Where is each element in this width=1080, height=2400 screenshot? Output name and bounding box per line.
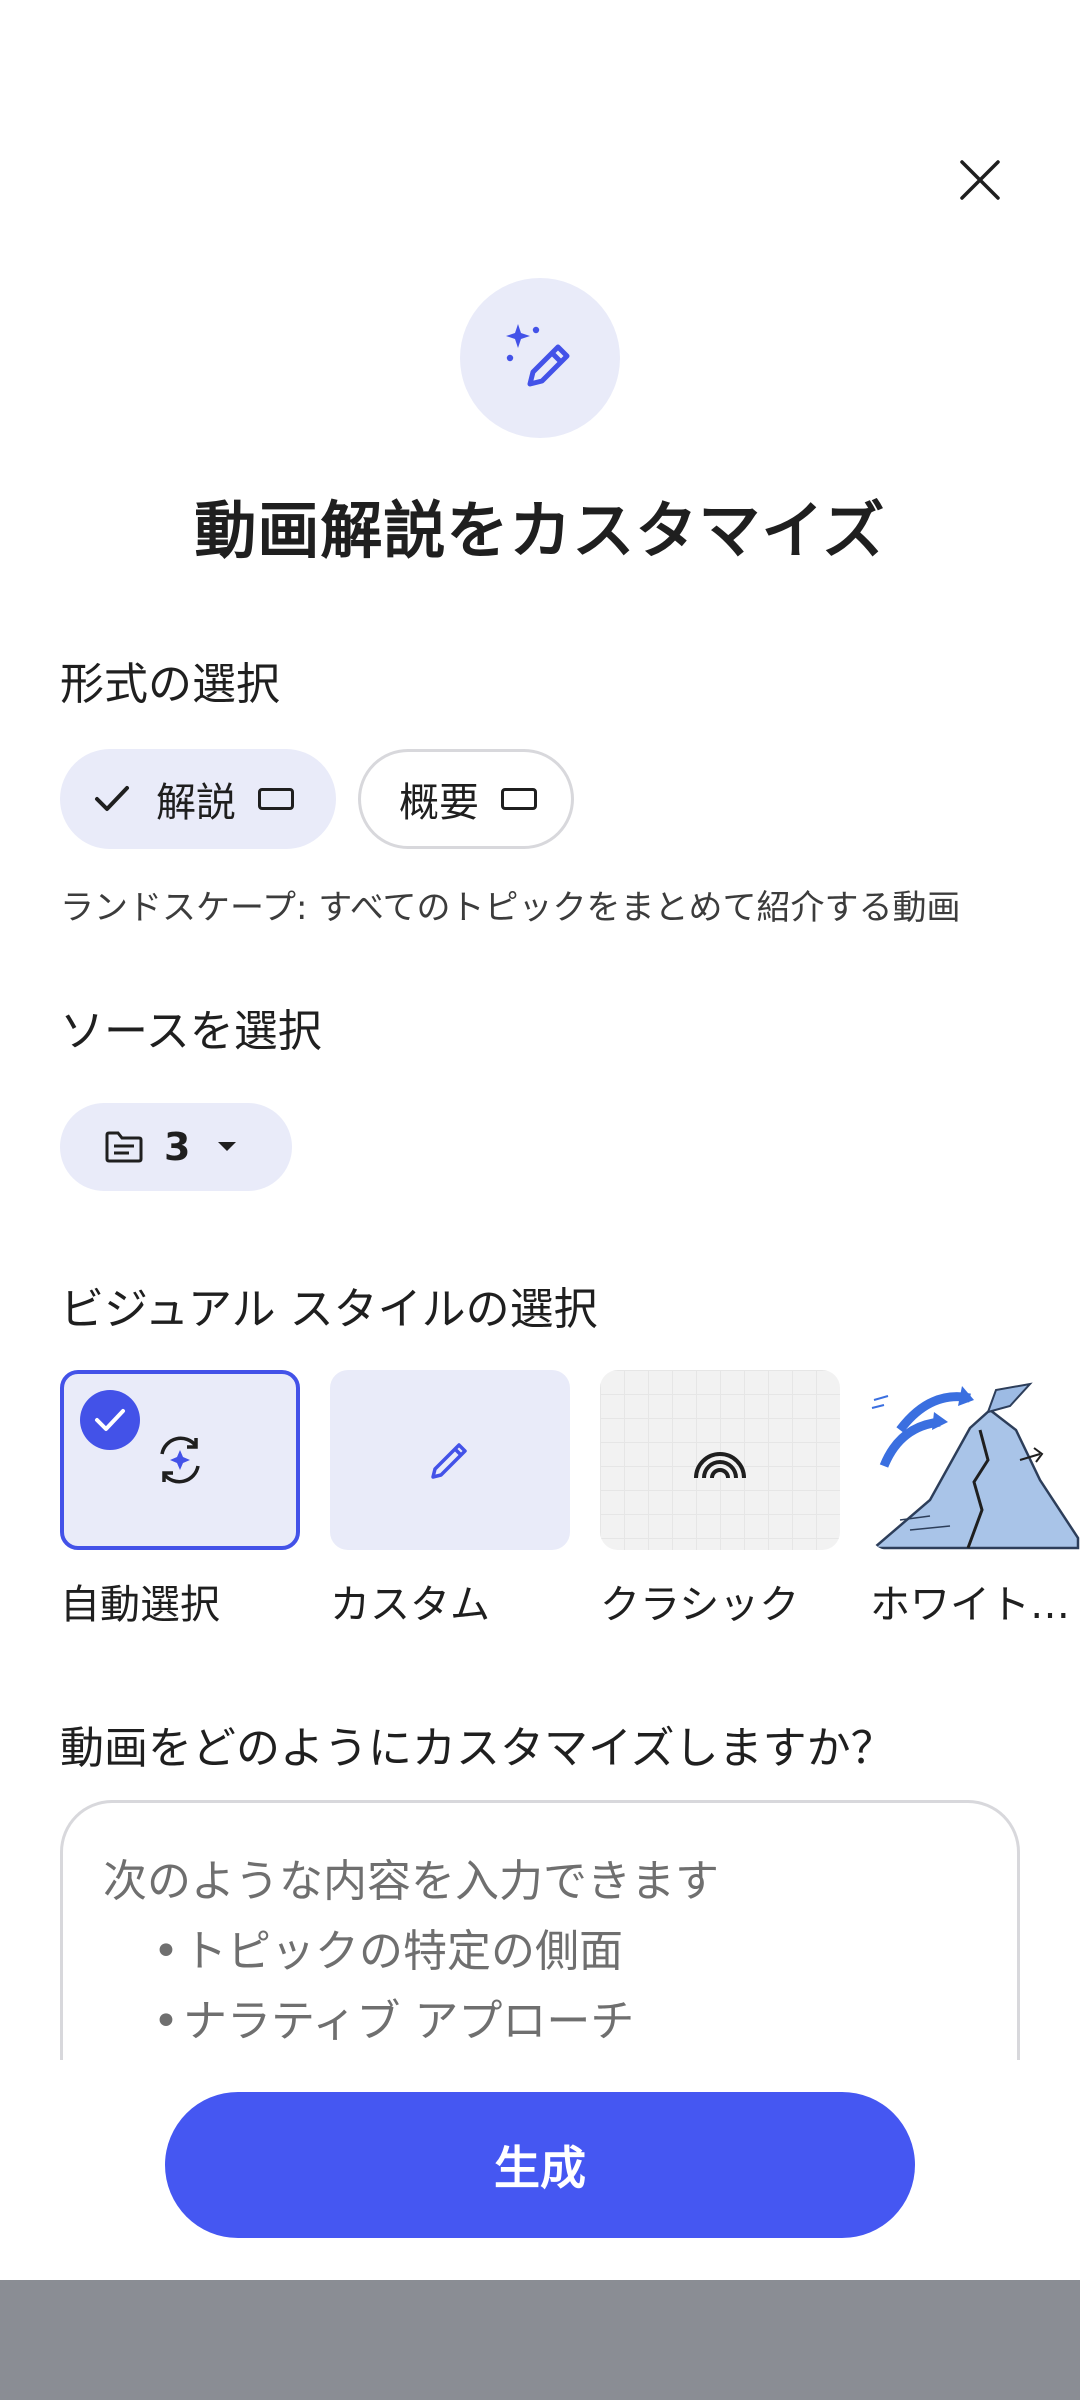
landscape-icon xyxy=(501,788,537,810)
customize-section-label: 動画をどのようにカスタマイズしますか？ xyxy=(60,1723,895,1774)
customize-textarea[interactable]: 次のような内容を入力できます •トピックの特定の側面 •ナラティブ アプローチ xyxy=(60,1800,1020,2060)
format-option-label: 概要 xyxy=(399,780,479,826)
format-option-label: 解説 xyxy=(156,780,236,826)
bottom-system-bar xyxy=(0,2280,1080,2400)
style-card-classic[interactable] xyxy=(600,1370,840,1550)
auto-select-icon xyxy=(160,1436,200,1484)
volcano-illustration xyxy=(870,1382,1080,1550)
close-button[interactable] xyxy=(940,140,1020,220)
check-icon xyxy=(95,1409,125,1431)
hero-magic-pencil-badge xyxy=(460,278,620,438)
pencil-icon xyxy=(431,1443,467,1479)
check-icon xyxy=(95,786,129,811)
source-section-label: ソースを選択 xyxy=(60,1006,322,1057)
style-label-auto: 自動選択 xyxy=(60,1582,220,1628)
style-label-whiteboard: ホワイト… xyxy=(870,1582,1070,1628)
source-count: 3 xyxy=(164,1125,191,1169)
document-icon xyxy=(105,1131,143,1163)
style-label-custom: カスタム xyxy=(330,1582,490,1628)
rainbow-icon xyxy=(694,1452,746,1479)
page-title: 動画解説をカスタマイズ xyxy=(194,494,886,567)
format-option-explainer[interactable]: 解説 xyxy=(60,749,336,849)
format-section-label: 形式の選択 xyxy=(60,659,280,710)
chevron-down-icon xyxy=(218,1142,237,1151)
placeholder-bullet-text: トピックの特定の側面 xyxy=(183,1926,623,1977)
close-icon xyxy=(960,160,1000,200)
style-card-whiteboard[interactable] xyxy=(870,1370,1080,1550)
placeholder-intro: 次のような内容を入力できます xyxy=(103,1856,719,1907)
selected-check-badge xyxy=(80,1390,140,1450)
source-selector[interactable]: 3 xyxy=(60,1103,292,1191)
generate-button[interactable]: 生成 xyxy=(165,2092,915,2238)
format-option-summary[interactable]: 概要 xyxy=(358,749,574,849)
placeholder-bullet: •ナラティブ アプローチ xyxy=(153,1996,635,2047)
landscape-icon xyxy=(258,788,294,810)
placeholder-bullet-text: ナラティブ アプローチ xyxy=(183,1996,635,2047)
magic-pencil-icon xyxy=(506,324,570,387)
style-card-custom[interactable] xyxy=(330,1370,570,1550)
visual-style-section-label: ビジュアル スタイルの選択 xyxy=(60,1284,598,1335)
placeholder-bullet: •トピックの特定の側面 xyxy=(153,1926,623,1977)
format-description: ランドスケープ: すべてのトピックをまとめて紹介する動画 xyxy=(60,888,961,928)
style-label-classic: クラシック xyxy=(600,1582,800,1628)
